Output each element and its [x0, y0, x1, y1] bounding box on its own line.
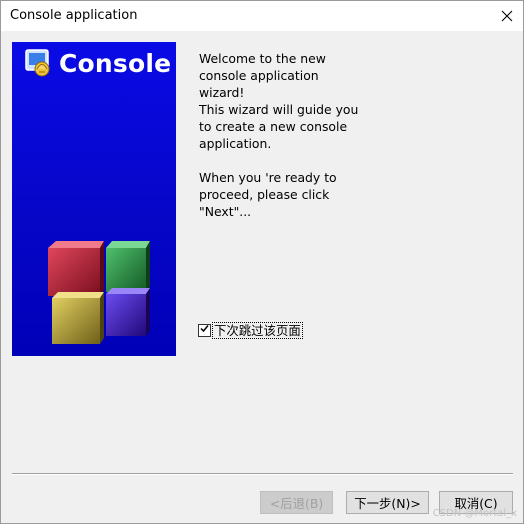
- cubes-graphic-icon: [42, 238, 162, 350]
- intro-paragraph-welcome: Welcome to the new console application w…: [199, 51, 359, 151]
- close-button[interactable]: [491, 1, 523, 31]
- button-separator: [12, 473, 513, 475]
- skip-page-label[interactable]: 下次跳过该页面: [212, 321, 303, 339]
- checkmark-icon: [199, 323, 210, 338]
- banner-title: Console: [59, 49, 172, 78]
- watermark: CSDN @Mortal_x: [432, 508, 517, 519]
- skip-page-checkbox-row[interactable]: 下次跳过该页面: [198, 321, 303, 339]
- intro-paragraph-proceed: When you 're ready to proceed, please cl…: [199, 170, 337, 219]
- console-logo-icon: [24, 48, 54, 78]
- wizard-banner: Console: [12, 42, 176, 356]
- next-button[interactable]: 下一步(N)>: [346, 491, 429, 514]
- title-bar[interactable]: Console application: [1, 1, 523, 31]
- window-title: Console application: [10, 8, 138, 23]
- intro-text: Welcome to the new console application w…: [199, 50, 509, 220]
- dialog-window: Console application Console Welcome to t…: [0, 0, 524, 524]
- skip-page-checkbox[interactable]: [198, 323, 211, 338]
- close-icon: [501, 10, 513, 22]
- back-button[interactable]: <后退(B): [260, 491, 333, 514]
